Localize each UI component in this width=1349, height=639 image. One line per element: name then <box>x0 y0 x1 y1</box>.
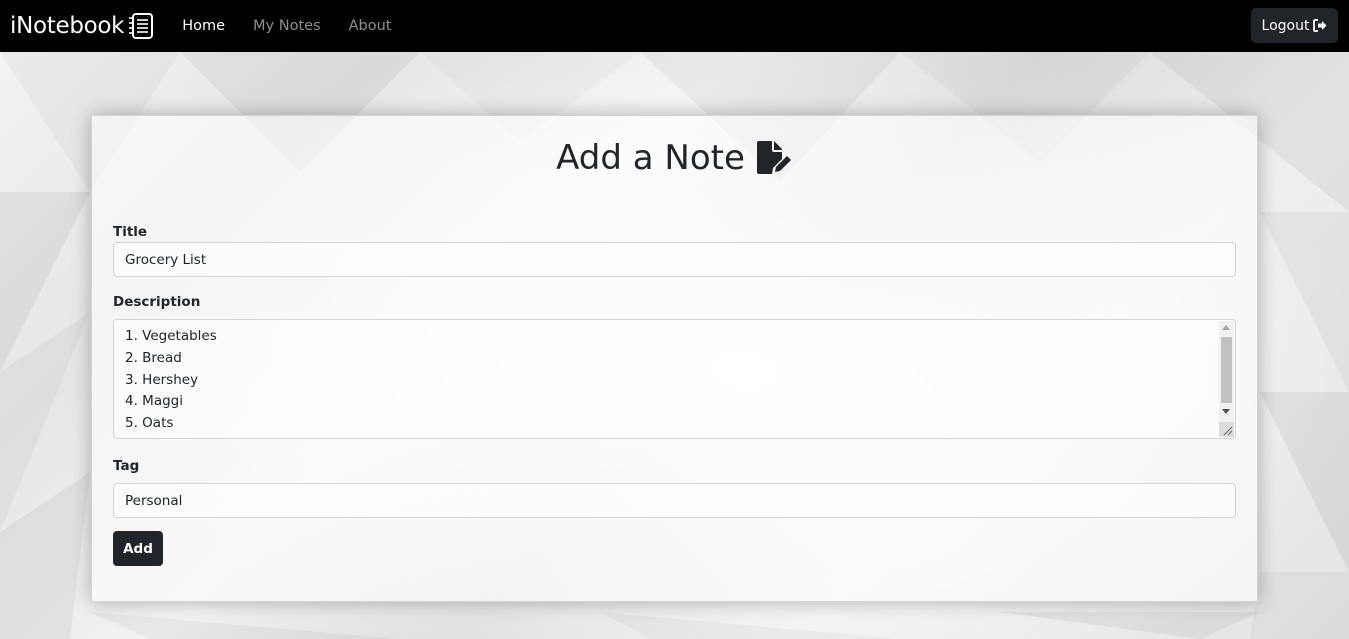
scroll-thumb[interactable] <box>1221 337 1232 403</box>
description-line: 4. Maggi <box>125 393 183 410</box>
tag-input[interactable]: Personal <box>113 483 1236 518</box>
brand-name: iNotebook <box>10 13 125 39</box>
scroll-up-arrow-icon[interactable] <box>1222 325 1230 330</box>
brand[interactable]: iNotebook <box>10 12 154 40</box>
tag-label: Tag <box>113 458 140 474</box>
file-pen-icon <box>756 141 791 174</box>
description-line: 1. Vegetables <box>125 328 217 344</box>
title-input-value: Grocery List <box>125 251 207 268</box>
logout-button[interactable]: Logout <box>1251 8 1338 43</box>
resize-grip-icon[interactable] <box>1219 422 1234 437</box>
nav-link-home[interactable]: Home <box>182 18 225 34</box>
notebook-icon <box>128 12 154 40</box>
sign-out-icon <box>1313 19 1327 32</box>
description-line: 5. Oats <box>125 415 174 432</box>
description-textarea[interactable]: 1. Vegetables 2. Bread 3. Hershey 4. Mag… <box>113 319 1236 439</box>
title-label: Title <box>113 224 148 240</box>
add-note-card: Add a Note Title Grocery List Descriptio… <box>91 115 1258 602</box>
tag-input-value: Personal <box>125 492 183 509</box>
scroll-down-arrow-icon[interactable] <box>1222 409 1230 414</box>
add-button[interactable]: Add <box>113 531 163 566</box>
title-input[interactable]: Grocery List <box>113 242 1236 277</box>
page-title-text: Add a Note <box>556 138 745 178</box>
description-line: 3. Hershey <box>125 371 199 388</box>
nav-link-my-notes[interactable]: My Notes <box>253 18 321 34</box>
page-title: Add a Note <box>92 138 1257 178</box>
textarea-scrollbar[interactable] <box>1219 321 1234 437</box>
nav-links: Home My Notes About <box>182 18 419 34</box>
description-label: Description <box>113 294 201 310</box>
description-line: 2. Bread <box>125 349 182 366</box>
nav-link-about[interactable]: About <box>349 18 392 34</box>
top-navbar: iNotebook Home My Notes About Logout <box>0 0 1349 52</box>
logout-label: Logout <box>1261 17 1310 34</box>
